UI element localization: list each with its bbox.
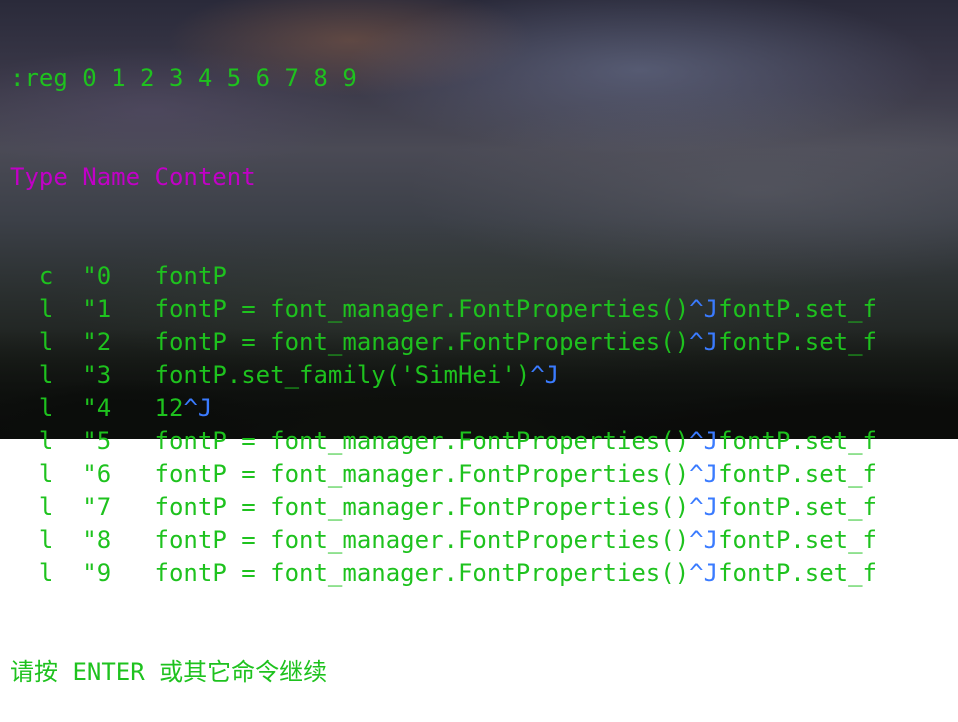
register-content: fontP.set_family('SimHei')^J bbox=[155, 361, 560, 389]
register-type: l bbox=[38, 460, 54, 488]
register-content: fontP = font_manager.FontProperties()^Jf… bbox=[155, 559, 877, 587]
register-name: "0 bbox=[82, 262, 112, 290]
register-row: l "6 fontP = font_manager.FontProperties… bbox=[10, 458, 958, 491]
register-name: "3 bbox=[82, 361, 112, 389]
register-name: "1 bbox=[82, 295, 112, 323]
register-content: fontP = font_manager.FontProperties()^Jf… bbox=[155, 526, 877, 554]
control-char: ^J bbox=[689, 559, 719, 587]
register-content: fontP = font_manager.FontProperties()^Jf… bbox=[155, 427, 877, 455]
register-row: c "0 fontP bbox=[10, 260, 958, 293]
command-line: :reg 0 1 2 3 4 5 6 7 8 9 bbox=[10, 64, 357, 92]
content-text: fontP.set_f bbox=[718, 295, 878, 323]
content-text: fontP.set_f bbox=[718, 493, 878, 521]
register-name: "8 bbox=[82, 526, 112, 554]
content-text: fontP = font_manager.FontProperties() bbox=[154, 559, 690, 587]
control-char: ^J bbox=[689, 427, 719, 455]
content-text: fontP = font_manager.FontProperties() bbox=[154, 295, 690, 323]
register-content: fontP = font_manager.FontProperties()^Jf… bbox=[155, 460, 877, 488]
register-row: l "3 fontP.set_family('SimHei')^J bbox=[10, 359, 958, 392]
register-row: l "2 fontP = font_manager.FontProperties… bbox=[10, 326, 958, 359]
register-content: fontP = font_manager.FontProperties()^Jf… bbox=[155, 295, 877, 323]
content-text: fontP bbox=[154, 262, 227, 290]
content-text: fontP = font_manager.FontProperties() bbox=[154, 328, 690, 356]
control-char: ^J bbox=[689, 526, 719, 554]
content-text: fontP.set_f bbox=[718, 328, 878, 356]
register-list: c "0 fontP l "1 fontP = font_manager.Fon… bbox=[10, 260, 958, 590]
content-text: 12 bbox=[154, 394, 184, 422]
register-type: l bbox=[38, 493, 54, 521]
terminal-output: :reg 0 1 2 3 4 5 6 7 8 9 Type Name Conte… bbox=[10, 0, 958, 722]
register-type: l bbox=[38, 394, 54, 422]
register-type: l bbox=[38, 427, 54, 455]
register-name: "9 bbox=[82, 559, 112, 587]
register-name: "6 bbox=[82, 460, 112, 488]
register-row: l "4 12^J bbox=[10, 392, 958, 425]
register-name: "4 bbox=[82, 394, 112, 422]
register-content: fontP bbox=[155, 262, 227, 290]
register-type: l bbox=[38, 559, 54, 587]
content-text: fontP.set_f bbox=[718, 559, 878, 587]
register-row: l "8 fontP = font_manager.FontProperties… bbox=[10, 524, 958, 557]
press-enter-prompt: 请按 ENTER 或其它命令继续 bbox=[10, 658, 328, 686]
register-name: "2 bbox=[82, 328, 112, 356]
register-type: l bbox=[38, 328, 54, 356]
register-row: l "5 fontP = font_manager.FontProperties… bbox=[10, 425, 958, 458]
control-char: ^J bbox=[689, 295, 719, 323]
content-text: fontP.set_family('SimHei') bbox=[154, 361, 531, 389]
content-text: fontP.set_f bbox=[718, 460, 878, 488]
register-row: l "9 fontP = font_manager.FontProperties… bbox=[10, 557, 958, 590]
control-char: ^J bbox=[689, 328, 719, 356]
register-type: l bbox=[38, 361, 54, 389]
content-text: fontP = font_manager.FontProperties() bbox=[154, 493, 690, 521]
register-type: c bbox=[38, 262, 54, 290]
control-char: ^J bbox=[530, 361, 560, 389]
register-type: l bbox=[38, 526, 54, 554]
register-row: l "7 fontP = font_manager.FontProperties… bbox=[10, 491, 958, 524]
header-name: Name bbox=[82, 163, 141, 191]
control-char: ^J bbox=[183, 394, 213, 422]
content-text: fontP = font_manager.FontProperties() bbox=[154, 526, 690, 554]
control-char: ^J bbox=[689, 493, 719, 521]
register-table-header: Type Name Content bbox=[10, 161, 958, 194]
register-row: l "1 fontP = font_manager.FontProperties… bbox=[10, 293, 958, 326]
content-text: fontP.set_f bbox=[718, 526, 878, 554]
header-content: Content bbox=[154, 163, 256, 191]
register-name: "7 bbox=[82, 493, 112, 521]
control-char: ^J bbox=[689, 460, 719, 488]
register-name: "5 bbox=[82, 427, 112, 455]
register-content: fontP = font_manager.FontProperties()^Jf… bbox=[155, 328, 877, 356]
register-content: fontP = font_manager.FontProperties()^Jf… bbox=[155, 493, 877, 521]
content-text: fontP = font_manager.FontProperties() bbox=[154, 427, 690, 455]
header-type: Type bbox=[10, 163, 68, 191]
register-content: 12^J bbox=[155, 394, 213, 422]
register-type: l bbox=[38, 295, 54, 323]
content-text: fontP.set_f bbox=[718, 427, 878, 455]
content-text: fontP = font_manager.FontProperties() bbox=[154, 460, 690, 488]
